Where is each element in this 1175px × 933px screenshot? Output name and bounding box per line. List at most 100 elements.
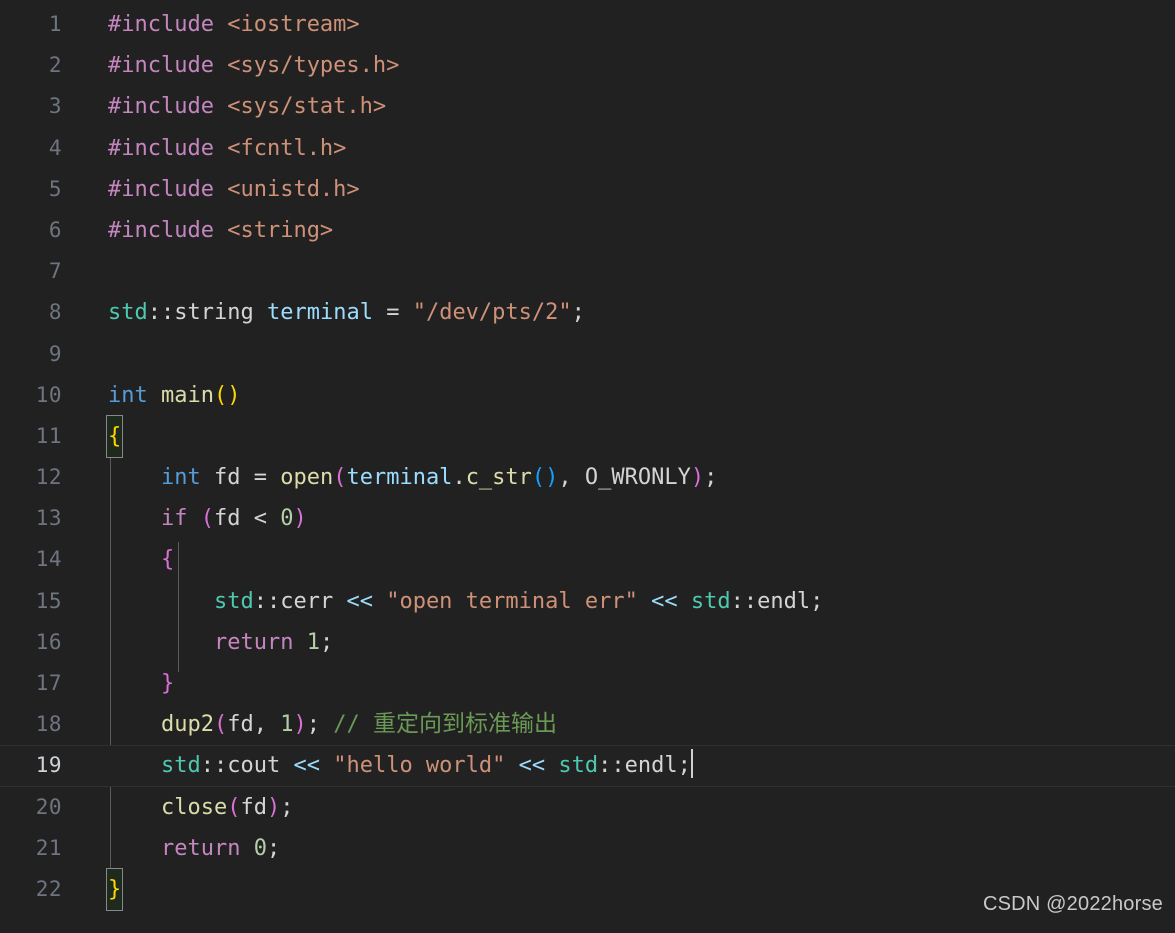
token-paren-open: ( <box>200 506 214 532</box>
line-content: std::cerr << "open terminal err" << std:… <box>108 581 823 622</box>
code-line[interactable]: 4 #include <fcntl.h> <box>0 128 1175 169</box>
code-line[interactable]: 6 #include <string> <box>0 210 1175 251</box>
token-comment-slashes: // <box>333 712 360 738</box>
line-content: int fd = open(terminal.c_str(), O_WRONLY… <box>108 457 717 498</box>
code-line[interactable]: 13 if (fd < 0) <box>0 498 1175 539</box>
code-line[interactable]: 9 <box>0 334 1175 375</box>
line-content: } <box>108 663 174 704</box>
token-scope-operator: :: <box>200 753 228 779</box>
token-header: <fcntl.h> <box>227 135 347 161</box>
token-paren-open: ( <box>333 465 347 491</box>
code-line[interactable]: 17 } <box>0 663 1175 704</box>
code-line[interactable]: 10 int main() <box>0 375 1175 416</box>
line-number: 14 <box>35 547 62 572</box>
token-shift-operator: << <box>651 588 678 614</box>
code-line[interactable]: 18 dup2(fd, 1); // 重定向到标准输出 <box>0 704 1175 745</box>
token-variable-fd: fd <box>240 794 267 820</box>
line-content: } <box>105 867 124 912</box>
token-number-one: 1 <box>280 712 294 738</box>
token-preprocessor: #include <box>108 12 214 37</box>
line-number: 20 <box>35 794 62 819</box>
token-macro-o-wronly: O_WRONLY <box>584 465 691 491</box>
token-header: <sys/stat.h> <box>227 94 387 120</box>
token-namespace: std <box>160 753 201 779</box>
token-paren-close: ) <box>266 794 281 820</box>
token-assign: = <box>372 300 413 326</box>
token-variable-fd: fd <box>213 465 241 491</box>
code-line[interactable]: 1 #include <iostream> <box>0 4 1175 45</box>
token-comment-text: 重定向到标准输出 <box>372 711 557 738</box>
line-content: #include <string> <box>108 210 333 251</box>
token-number-one: 1 <box>306 629 320 655</box>
line-number: 17 <box>35 671 62 695</box>
code-line[interactable]: 20 close(fd); <box>0 787 1175 828</box>
token-endl: endl <box>624 753 678 779</box>
code-line[interactable]: 8 std::string terminal = "/dev/pts/2"; <box>0 292 1175 333</box>
token-paren-close: ) <box>227 382 241 408</box>
line-number-active: 19 <box>35 753 62 778</box>
watermark: CSDN @2022horse <box>982 892 1163 915</box>
token-variable-fd: fd <box>227 712 254 738</box>
token-paren-close: ) <box>545 465 559 491</box>
token-scope-operator: :: <box>147 300 175 326</box>
code-line[interactable]: 3 #include <sys/stat.h> <box>0 86 1175 127</box>
code-line[interactable]: 15 std::cerr << "open terminal err" << s… <box>0 581 1175 622</box>
token-semicolon: ; <box>319 629 334 655</box>
line-content: #include <sys/types.h> <box>108 45 399 86</box>
code-line[interactable]: 12 int fd = open(terminal.c_str(), O_WRO… <box>0 457 1175 498</box>
line-number: 22 <box>35 876 62 901</box>
code-line[interactable]: 11 { <box>0 414 1175 459</box>
token-number-zero: 0 <box>280 506 294 532</box>
code-editor[interactable]: 1 #include <iostream> 2 #include <sys/ty… <box>0 0 1175 933</box>
token-semicolon: ; <box>571 300 585 326</box>
line-content: return 0; <box>108 828 280 869</box>
token-shift-operator: << <box>346 588 373 614</box>
token-paren-open: ( <box>213 712 228 738</box>
text-cursor <box>690 749 693 779</box>
line-number: 3 <box>48 94 62 119</box>
line-number: 5 <box>48 176 62 201</box>
token-preprocessor: #include <box>108 217 214 243</box>
line-content: std::cout << "hello world" << std::endl; <box>108 745 693 786</box>
token-less-than: < <box>240 506 281 532</box>
token-dot: . <box>452 465 466 491</box>
code-line[interactable]: 2 #include <sys/types.h> <box>0 45 1175 86</box>
token-semicolon: ; <box>810 588 824 614</box>
token-header: <unistd.h> <box>227 176 360 202</box>
line-number: 2 <box>48 53 62 78</box>
line-content: #include <unistd.h> <box>108 169 360 210</box>
line-number: 12 <box>35 465 62 490</box>
code-line-active[interactable]: 19 std::cout << "hello world" << std::en… <box>0 745 1175 787</box>
line-number: 1 <box>48 12 62 36</box>
line-number: 15 <box>35 588 62 613</box>
code-line[interactable]: 16 return 1; <box>0 622 1175 663</box>
token-comma: , <box>558 465 585 491</box>
line-number: 4 <box>48 135 62 160</box>
token-semicolon: ; <box>306 712 320 738</box>
token-preprocessor: #include <box>108 135 214 161</box>
code-line[interactable]: 7 <box>0 251 1175 292</box>
line-number: 11 <box>35 423 62 448</box>
line-number: 18 <box>35 712 62 737</box>
token-semicolon: ; <box>704 465 718 491</box>
token-stream-cerr: cerr <box>280 588 334 614</box>
token-preprocessor: #include <box>108 53 214 79</box>
token-keyword-return: return <box>213 629 294 655</box>
token-preprocessor: #include <box>108 94 214 120</box>
token-paren-close: ) <box>293 712 307 738</box>
token-string-literal: "/dev/pts/2" <box>412 300 572 326</box>
token-variable-terminal: terminal <box>266 300 373 326</box>
code-line[interactable]: 14 { <box>0 539 1175 580</box>
token-header: <sys/types.h> <box>227 53 400 79</box>
token-scope-operator: :: <box>253 588 281 614</box>
token-namespace: std <box>690 588 731 614</box>
token-type-int: int <box>160 465 201 491</box>
token-paren-open: ( <box>213 382 228 408</box>
line-number: 21 <box>35 835 62 860</box>
token-endl: endl <box>757 588 811 614</box>
code-line[interactable]: 21 return 0; <box>0 828 1175 869</box>
token-type-string: string <box>174 300 254 326</box>
token-brace-close: } <box>160 671 175 696</box>
code-line[interactable]: 5 #include <unistd.h> <box>0 169 1175 210</box>
code-lines: 1 #include <iostream> 2 #include <sys/ty… <box>0 4 1175 912</box>
